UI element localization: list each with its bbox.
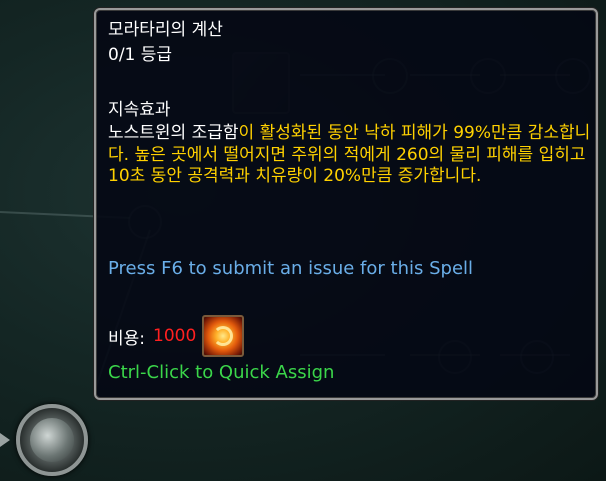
tooltip-title: 모라타리의 계산 [108, 20, 223, 40]
tooltip-description: 노스트윈의 조급함이 활성화된 동안 낙하 피해가 99%만큼 감소합니다. 높… [108, 123, 594, 188]
tooltip-rank: 0/1 등급 [108, 45, 173, 65]
description-highlight: 노스트윈의 조급함 [108, 123, 239, 143]
wolf-head-icon [30, 418, 74, 462]
talent-node-wolf[interactable] [16, 404, 88, 476]
issue-hint: Press F6 to submit an issue for this Spe… [108, 258, 474, 279]
spell-tooltip: 모라타리의 계산 0/1 등급 지속효과 노스트윈의 조급함이 활성화된 동안 … [94, 8, 598, 400]
quick-assign-hint: Ctrl-Click to Quick Assign [108, 362, 335, 383]
ember-orb-icon [202, 315, 245, 357]
cost-label: 비용: [108, 328, 146, 349]
arrow-right-icon [0, 433, 10, 447]
cost-row: 비용: 1000 [108, 315, 245, 357]
tooltip-section-label: 지속효과 [108, 100, 171, 120]
cost-value: 1000 [153, 326, 197, 346]
